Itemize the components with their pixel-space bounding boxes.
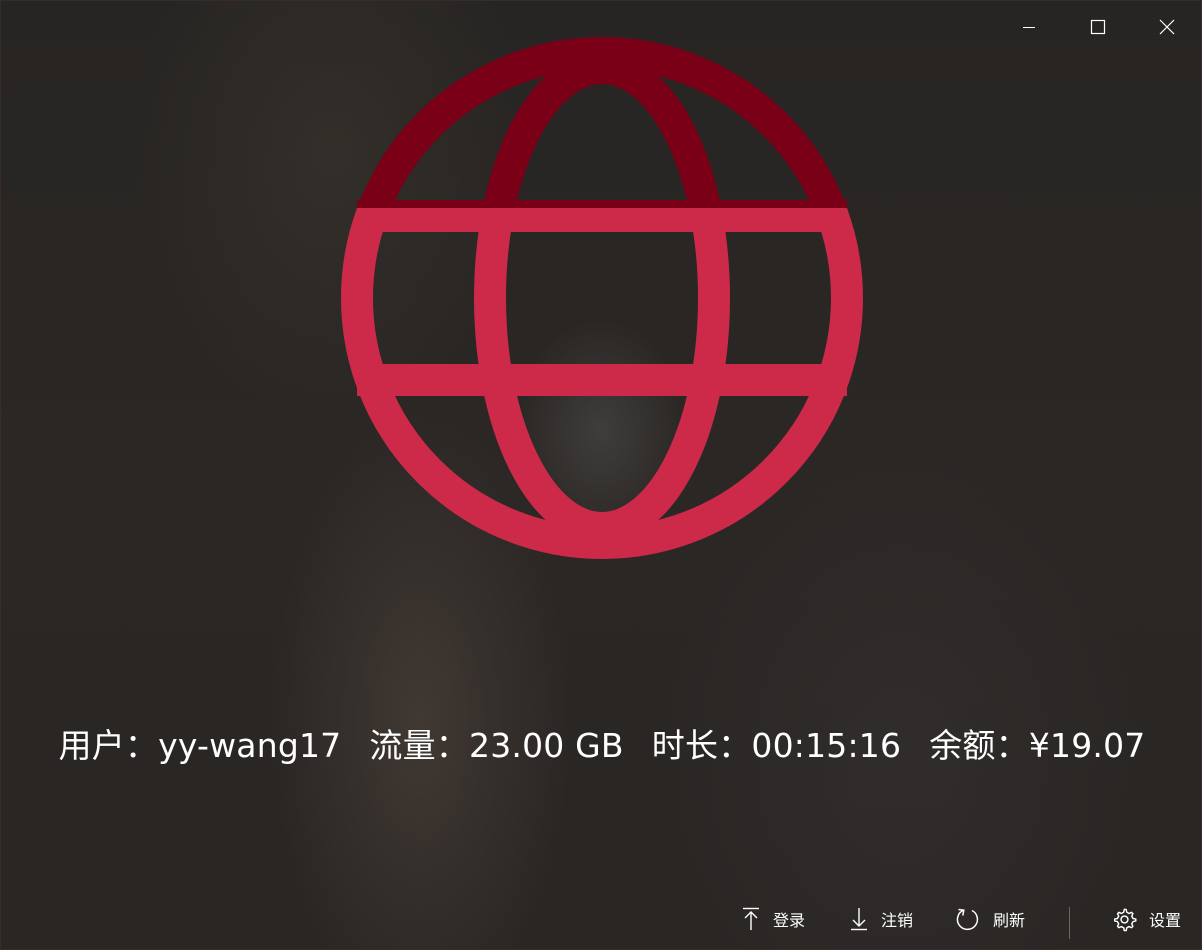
logout-button[interactable]: 注销 [849, 897, 913, 941]
command-separator [1069, 907, 1070, 939]
refresh-button[interactable]: 刷新 [955, 897, 1025, 941]
balance-label: 余额： [929, 726, 1029, 765]
login-button[interactable]: 登录 [741, 897, 805, 941]
flux-value: 23.00 GB [469, 726, 624, 765]
logout-label: 注销 [881, 911, 914, 930]
minimize-button[interactable] [994, 1, 1063, 53]
refresh-icon [956, 908, 979, 931]
settings-label: 设置 [1149, 911, 1182, 930]
flux-info: 流量：23.00 GB [369, 726, 623, 765]
user-info: 用户：yy-wang17 [59, 726, 342, 765]
user-value: yy-wang17 [158, 726, 342, 765]
arrow-up-icon [743, 907, 759, 930]
balance-info: 余额：¥19.07 [929, 726, 1145, 765]
command-bar: 登录 注销 刷新 设置 [1, 897, 1201, 941]
close-icon [1159, 19, 1174, 35]
status-info-line: 用户：yy-wang17 流量：23.00 GB 时长：00:15:16 余额：¥19… [1, 719, 1201, 767]
globe-icon [339, 35, 865, 561]
maximize-button[interactable] [1063, 1, 1132, 53]
balance-value: ¥19.07 [1028, 726, 1146, 765]
user-label: 用户： [58, 726, 159, 765]
arrow-down-icon [851, 908, 867, 931]
time-info: 时长：00:15:16 [652, 726, 901, 765]
time-label: 时长： [651, 726, 752, 765]
close-button[interactable] [1132, 1, 1201, 53]
time-value: 00:15:16 [751, 726, 902, 765]
flux-label: 流量： [369, 726, 469, 765]
settings-button[interactable]: 设置 [1112, 897, 1181, 941]
app-window: 用户：yy-wang17 流量：23.00 GB 时长：00:15:16 余额：¥19… [0, 0, 1202, 950]
caption-buttons [994, 1, 1201, 53]
maximize-icon [1090, 19, 1105, 35]
gear-icon [1113, 908, 1137, 931]
minimize-icon [1022, 27, 1035, 28]
login-label: 登录 [773, 911, 806, 930]
refresh-label: 刷新 [993, 911, 1026, 930]
